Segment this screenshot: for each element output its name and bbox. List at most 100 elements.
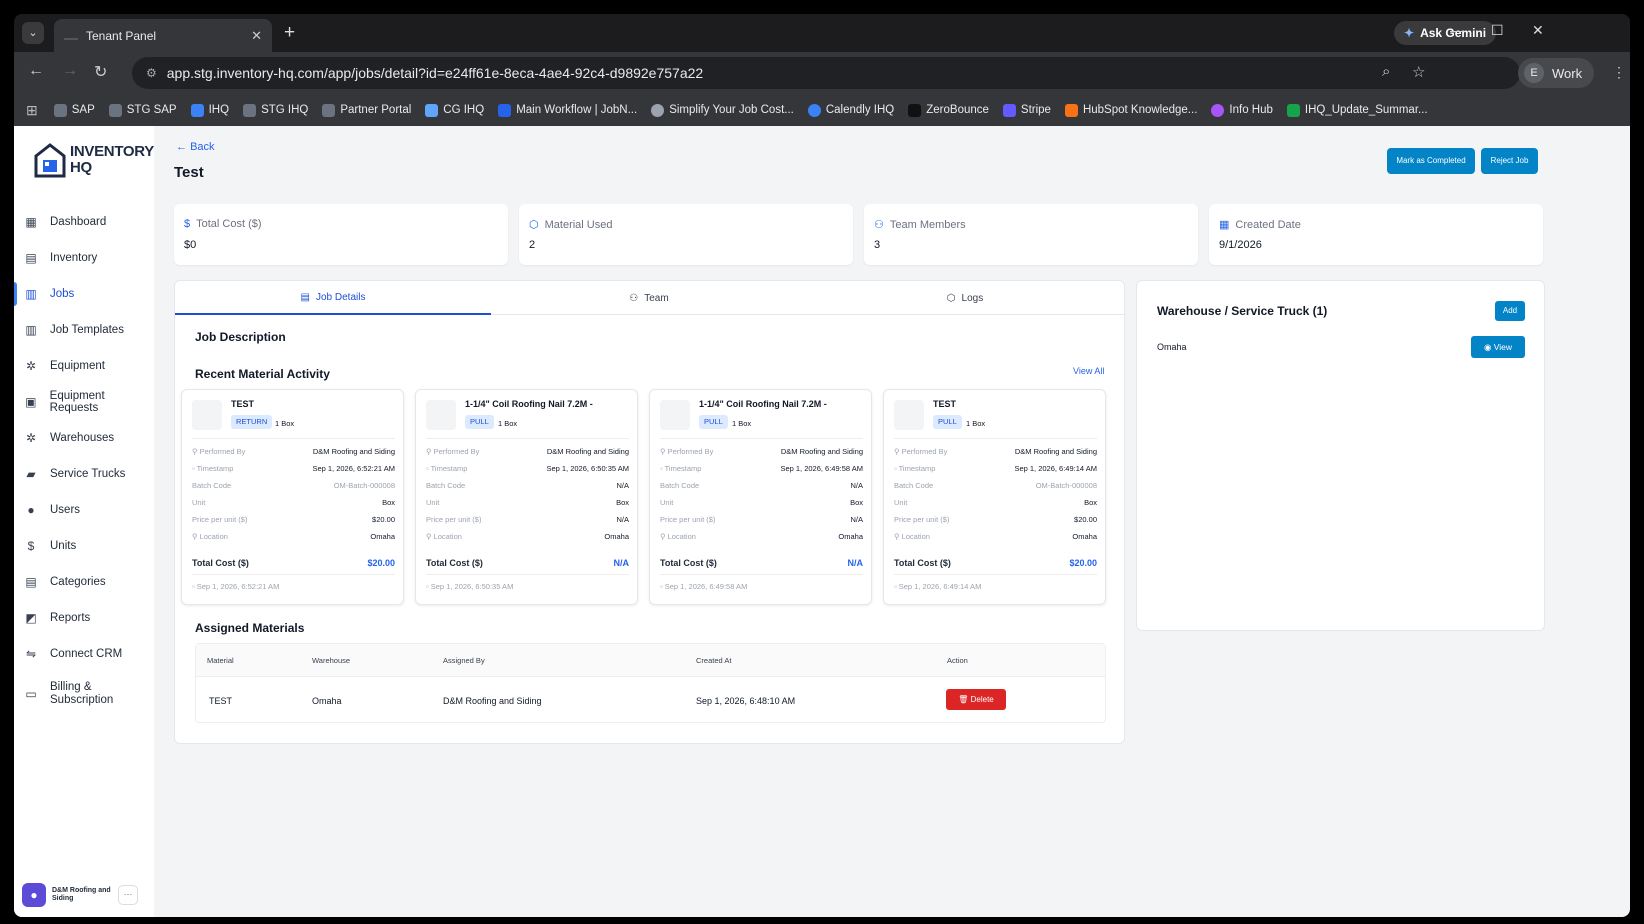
total-cost-row: Total Cost ($) N/A — [660, 558, 863, 568]
total-label: Total Cost ($) — [894, 558, 951, 568]
bookmark-item[interactable]: CG IHQ — [425, 103, 484, 117]
sidebar-item-equipment-requests[interactable]: ▣ Equipment Requests — [14, 384, 154, 420]
price-row: Price per unit ($) $20.00 — [894, 515, 1097, 527]
bookmark-item[interactable]: SAP — [53, 103, 95, 117]
tab-job-details[interactable]: ▤ Job Details — [175, 281, 491, 315]
units-icon: $ — [27, 539, 35, 553]
sidebar-item-inventory[interactable]: ▤ Inventory — [14, 240, 154, 276]
mark-completed-button[interactable]: Mark as Completed — [1387, 148, 1475, 174]
browser-tab[interactable]: Tenant Panel ✕ — [54, 19, 272, 52]
sidebar-item-jobs[interactable]: ▥ Jobs — [14, 276, 154, 312]
close-window-icon[interactable]: ✕ — [1532, 22, 1544, 39]
stat-created-date: ▦ Created Date 9/1/2026 — [1209, 204, 1543, 265]
activity-card[interactable]: TEST PULL 1 Box ⚲ Performed By D&M Roofin… — [883, 389, 1106, 605]
bookmark-item[interactable]: STG IHQ — [243, 103, 308, 117]
browser-menu-icon[interactable]: ⋮ — [1612, 64, 1626, 81]
bookmark-item[interactable]: Simplify Your Job Cost... — [651, 103, 794, 117]
bookmark-favicon-icon — [807, 103, 821, 117]
row-value: Box — [850, 498, 863, 507]
reject-job-button[interactable]: Reject Job — [1481, 148, 1538, 174]
sidebar-item-warehouses[interactable]: ✲ Warehouses — [14, 420, 154, 456]
bookmark-item[interactable]: HubSpot Knowledge... — [1064, 103, 1197, 117]
apps-grid-icon[interactable]: ⊞ — [26, 102, 38, 119]
row-value: N/A — [616, 515, 629, 524]
material-name: TEST — [231, 399, 255, 409]
bookmark-favicon-icon — [1064, 103, 1078, 117]
row-key-text: Performed By — [901, 447, 948, 456]
bookmark-item[interactable]: Partner Portal — [322, 103, 411, 117]
org-switcher[interactable]: ● D&M Roofing and Siding ··· — [22, 880, 148, 910]
sidebar-item-reports[interactable]: ◩ Reports — [14, 600, 154, 636]
delete-button[interactable]: 🗑 Delete — [946, 689, 1006, 710]
sidebar-item-connect-crm[interactable]: ⇋ Connect CRM — [14, 636, 154, 672]
bookmark-item[interactable]: STG SAP — [108, 103, 177, 117]
bookmark-item[interactable]: Stripe — [1002, 103, 1051, 117]
bookmark-label: Info Hub — [1229, 104, 1273, 116]
logo-line2: HQ — [70, 159, 92, 176]
warehouse-name: Omaha — [1157, 342, 1187, 352]
bookmark-item[interactable]: Calendly IHQ — [807, 103, 894, 117]
profile-button[interactable]: E Work — [1518, 58, 1595, 88]
view-warehouse-button[interactable]: ◉ View — [1471, 336, 1525, 358]
location-pin-icon: ⚲ — [426, 532, 434, 541]
row-key: ⚲ Location — [894, 532, 930, 541]
material-name: TEST — [933, 399, 957, 409]
performed-by-row: ⚲ Performed By D&M Roofing and Siding — [660, 447, 863, 459]
activity-card[interactable]: 1-1/4" Coil Roofing Nail 7.2M - PULL 1 B… — [649, 389, 872, 605]
forward-arrow-icon[interactable]: → — [62, 62, 78, 80]
ask-gemini-button[interactable]: ✦ Ask Gemini — [1394, 21, 1497, 45]
sidebar-item-job-templates[interactable]: ▥ Job Templates — [14, 312, 154, 348]
material-name: 1-1/4" Coil Roofing Nail 7.2M - — [699, 399, 827, 409]
sidebar-item-equipment[interactable]: ✲ Equipment — [14, 348, 154, 384]
bookmark-label: Main Workflow | JobN... — [516, 104, 638, 116]
sidebar-item-service-trucks[interactable]: ▰ Service Trucks — [14, 456, 154, 492]
activity-card[interactable]: 1-1/4" Coil Roofing Nail 7.2M - PULL 1 B… — [415, 389, 638, 605]
unit-row: Unit Box — [426, 498, 629, 510]
cube-icon: ⬡ — [529, 219, 539, 231]
reload-icon[interactable]: ↻ — [94, 62, 107, 82]
activity-type-badge: PULL — [465, 415, 494, 429]
tab-strip: ⌄ Tenant Panel ✕ + ✦ Ask Gemini — ☐ ✕ — [14, 14, 1630, 52]
row-key-text: Timestamp — [664, 464, 702, 473]
activity-card[interactable]: TEST RETURN 1 Box ⚲ Performed By D&M Roof… — [181, 389, 404, 605]
bookmark-item[interactable]: IHQ — [190, 103, 229, 117]
sidebar-item-billing[interactable]: ▭ Billing & Subscription — [14, 672, 154, 716]
user-icon: ⚲ — [426, 447, 434, 456]
sidebar-item-dashboard[interactable]: ▦ Dashboard — [14, 204, 154, 240]
bookmark-item[interactable]: Info Hub — [1211, 103, 1273, 117]
back-arrow-icon[interactable]: ← — [28, 62, 44, 80]
tab-logs[interactable]: ⬡ Logs — [807, 281, 1123, 315]
close-tab-icon[interactable]: ✕ — [251, 28, 262, 44]
column-header: Warehouse — [312, 656, 351, 665]
new-tab-icon[interactable]: + — [284, 22, 295, 44]
sidebar-item-users[interactable]: ● Users — [14, 492, 154, 528]
connect-crm-icon: ⇋ — [25, 647, 37, 661]
document-icon: ▤ — [300, 291, 310, 303]
app-logo[interactable]: INVENTORY HQ — [34, 142, 154, 178]
footer-time: Sep 1, 2026, 6:49:58 AM — [664, 582, 748, 591]
minimize-icon[interactable]: — — [1450, 22, 1464, 38]
divider — [660, 574, 863, 575]
row-key-text: Timestamp — [430, 464, 468, 473]
back-link[interactable]: ← Back — [176, 141, 215, 153]
sidebar-item-categories[interactable]: ▤ Categories — [14, 564, 154, 600]
add-warehouse-button[interactable]: Add — [1495, 301, 1525, 321]
bookmark-item[interactable]: ZeroBounce — [908, 103, 989, 117]
row-value: D&M Roofing and Siding — [1014, 447, 1097, 456]
site-info-icon[interactable]: ⚙ — [146, 66, 157, 80]
maximize-icon[interactable]: ☐ — [1491, 22, 1504, 39]
sidebar-item-units[interactable]: $ Units — [14, 528, 154, 564]
zoom-icon[interactable]: ⌕ — [1382, 63, 1390, 80]
row-value: Omaha — [604, 532, 629, 541]
view-all-link[interactable]: View All — [1073, 366, 1104, 376]
tab-search-button[interactable]: ⌄ — [22, 22, 44, 44]
column-header: Assigned By — [443, 656, 485, 665]
tab-team[interactable]: ⚇ Team — [491, 281, 807, 315]
address-bar[interactable]: ⚙ app.stg.inventory-hq.com/app/jobs/deta… — [132, 57, 1520, 89]
bookmark-item[interactable]: Main Workflow | JobN... — [498, 103, 638, 117]
warehouse-logo-icon — [34, 143, 66, 178]
bookmark-item[interactable]: IHQ_Update_Summar... — [1286, 103, 1428, 117]
more-options-icon[interactable]: ··· — [118, 885, 138, 905]
bookmark-star-icon[interactable]: ☆ — [1412, 63, 1425, 81]
bookmark-favicon-icon — [108, 103, 122, 117]
